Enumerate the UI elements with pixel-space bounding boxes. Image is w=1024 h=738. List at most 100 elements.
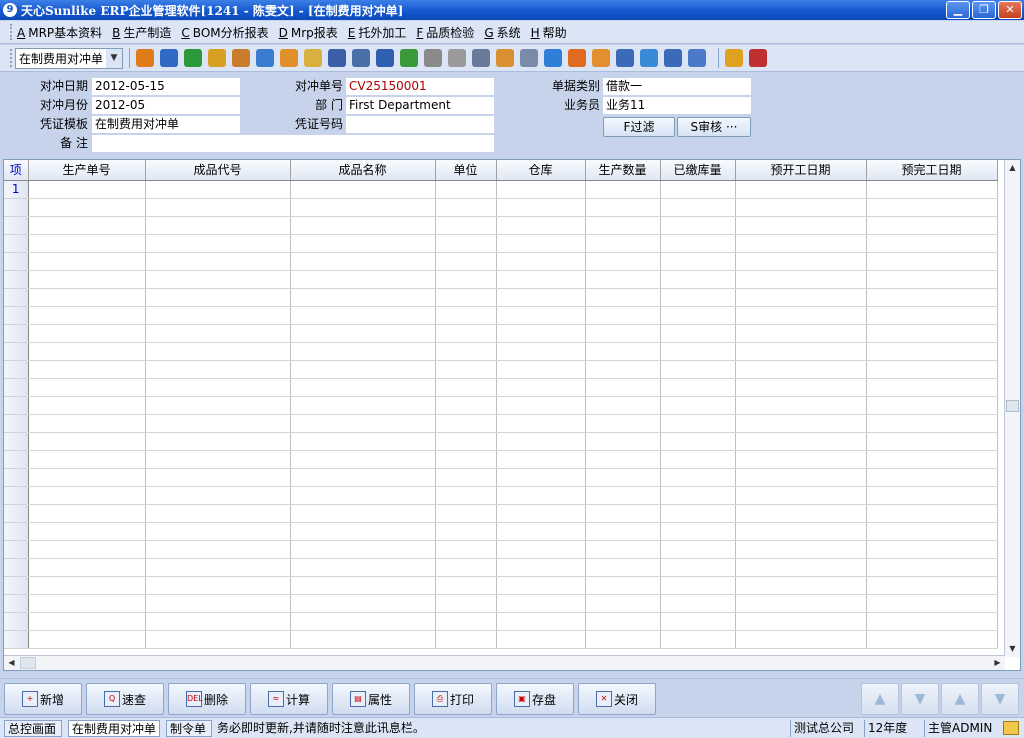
table-cell[interactable] <box>496 630 586 649</box>
properties-button[interactable]: ▤ 属性 <box>332 683 410 715</box>
table-cell[interactable] <box>435 540 497 559</box>
table-cell[interactable] <box>496 576 586 595</box>
table-cell[interactable] <box>660 324 736 343</box>
table-cell[interactable] <box>660 450 736 469</box>
column-header-product-code[interactable]: 成品代号 <box>145 160 291 181</box>
table-cell[interactable] <box>735 180 867 199</box>
last-record-button[interactable]: ▼ <box>981 683 1019 715</box>
table-cell[interactable] <box>496 396 586 415</box>
table-cell[interactable] <box>28 306 146 325</box>
table-cell[interactable] <box>866 414 998 433</box>
table-cell[interactable] <box>435 396 497 415</box>
table-cell[interactable] <box>866 540 998 559</box>
table-cell[interactable] <box>145 198 291 217</box>
table-cell[interactable] <box>290 450 436 469</box>
table-cell[interactable] <box>435 414 497 433</box>
audit-button[interactable]: S审核 ··· <box>677 117 751 137</box>
table-cell[interactable] <box>585 252 661 271</box>
table-cell[interactable] <box>435 270 497 289</box>
table-cell[interactable] <box>660 504 736 523</box>
table-cell[interactable] <box>145 558 291 577</box>
table-cell[interactable] <box>866 594 998 613</box>
table-cell[interactable] <box>145 360 291 379</box>
menu-mrp-report[interactable]: D Mrp报表 <box>279 24 338 41</box>
row-number-cell[interactable] <box>4 324 29 343</box>
table-cell[interactable] <box>145 342 291 361</box>
table-cell[interactable] <box>145 288 291 307</box>
table-cell[interactable] <box>290 342 436 361</box>
table-cell[interactable] <box>496 486 586 505</box>
briefcase-icon[interactable] <box>232 49 250 67</box>
table-cell[interactable] <box>145 324 291 343</box>
close-button[interactable]: ✕ 关闭 <box>578 683 656 715</box>
table-cell[interactable] <box>660 270 736 289</box>
refresh-icon[interactable] <box>640 49 658 67</box>
monitor-icon[interactable] <box>160 49 178 67</box>
table-cell[interactable] <box>435 432 497 451</box>
table-cell[interactable] <box>496 612 586 631</box>
table-cell[interactable] <box>145 522 291 541</box>
table-cell[interactable] <box>290 360 436 379</box>
horizontal-scroll-thumb[interactable] <box>20 657 36 669</box>
table-cell[interactable] <box>28 342 146 361</box>
table-cell[interactable] <box>435 450 497 469</box>
table-cell[interactable] <box>435 180 497 199</box>
cart-icon[interactable] <box>424 49 442 67</box>
chevron-down-icon[interactable]: ▼ <box>106 48 122 68</box>
table-cell[interactable] <box>290 612 436 631</box>
column-header-unit[interactable]: 单位 <box>435 160 497 181</box>
row-number-cell[interactable] <box>4 216 29 235</box>
first-record-button[interactable]: ▲ <box>861 683 899 715</box>
table-cell[interactable] <box>435 576 497 595</box>
check-icon[interactable] <box>544 49 562 67</box>
table-cell[interactable] <box>28 594 146 613</box>
table-cell[interactable] <box>585 288 661 307</box>
table-cell[interactable] <box>585 270 661 289</box>
row-number-cell[interactable] <box>4 594 29 613</box>
table-cell[interactable] <box>735 234 867 253</box>
table-cell[interactable] <box>735 378 867 397</box>
table-cell[interactable] <box>290 540 436 559</box>
table-cell[interactable] <box>290 486 436 505</box>
table-cell[interactable] <box>660 522 736 541</box>
menu-quality[interactable]: F 品质检验 <box>416 24 474 41</box>
table-cell[interactable] <box>435 378 497 397</box>
table-cell[interactable] <box>145 450 291 469</box>
table-cell[interactable] <box>735 612 867 631</box>
scroll-left-icon[interactable]: ◀ <box>4 656 19 670</box>
table-cell[interactable] <box>660 288 736 307</box>
table-cell[interactable] <box>866 612 998 631</box>
table-cell[interactable] <box>660 468 736 487</box>
table-cell[interactable] <box>28 324 146 343</box>
table-cell[interactable] <box>290 234 436 253</box>
table-cell[interactable] <box>290 180 436 199</box>
column-header-stocked-qty[interactable]: 已缴库量 <box>660 160 736 181</box>
table-cell[interactable] <box>28 522 146 541</box>
table-cell[interactable] <box>585 522 661 541</box>
table-cell[interactable] <box>735 396 867 415</box>
table-cell[interactable] <box>496 432 586 451</box>
row-number-cell[interactable] <box>4 414 29 433</box>
table-cell[interactable] <box>290 270 436 289</box>
table-cell[interactable] <box>585 396 661 415</box>
close-window-icon[interactable] <box>688 49 706 67</box>
table-cell[interactable] <box>866 180 998 199</box>
table-cell[interactable] <box>145 432 291 451</box>
users-icon[interactable] <box>280 49 298 67</box>
table-cell[interactable] <box>28 180 146 199</box>
table-cell[interactable] <box>28 540 146 559</box>
remark-field[interactable] <box>91 134 495 153</box>
table-cell[interactable] <box>290 216 436 235</box>
document-icon[interactable] <box>448 49 466 67</box>
row-number-cell[interactable] <box>4 396 29 415</box>
key-icon[interactable] <box>208 49 226 67</box>
table-cell[interactable] <box>866 324 998 343</box>
table-cell[interactable] <box>585 450 661 469</box>
table-cell[interactable] <box>660 342 736 361</box>
table-cell[interactable] <box>435 612 497 631</box>
table-cell[interactable] <box>145 630 291 649</box>
table-cell[interactable] <box>496 558 586 577</box>
table-cell[interactable] <box>735 198 867 217</box>
table-cell[interactable] <box>435 324 497 343</box>
table-cell[interactable] <box>435 630 497 649</box>
